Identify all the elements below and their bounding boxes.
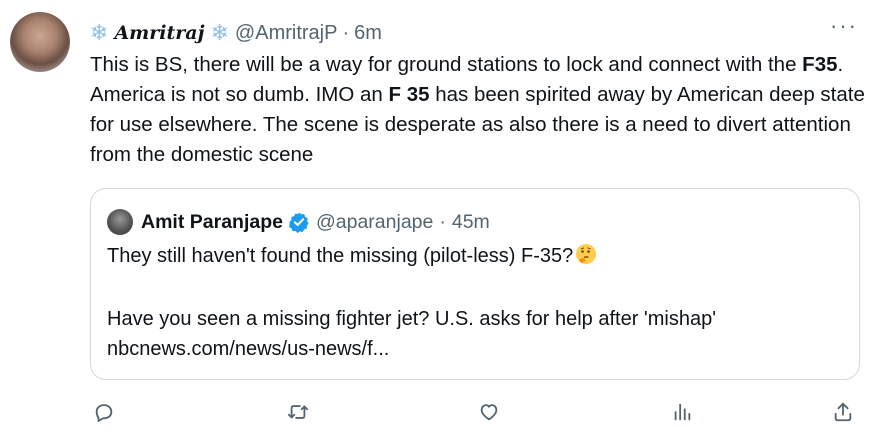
tweet-header: ❄ Amritraj ❄ @AmritrajP · 6m [90, 18, 382, 48]
quoted-line-text: They still haven't found the missing (pi… [107, 245, 574, 267]
tweet-timestamp[interactable]: 6m [354, 22, 382, 45]
tweet-text-bold: F 35 [388, 83, 430, 106]
retweet-icon[interactable] [284, 398, 312, 426]
tweet-actions [90, 398, 860, 426]
quoted-link[interactable]: nbcnews.com/news/us-news/f... [107, 334, 847, 364]
thinking-face-icon [575, 243, 597, 274]
quoted-author-name: Amit Paranjape [141, 210, 283, 233]
reply-icon[interactable] [90, 398, 118, 426]
like-icon[interactable] [475, 398, 503, 426]
quoted-line: Have you seen a missing fighter jet? U.S… [107, 308, 717, 330]
author-avatar[interactable] [10, 12, 70, 72]
more-options-icon[interactable]: ··· [830, 15, 858, 37]
separator-dot: · [439, 210, 446, 233]
author-handle[interactable]: @AmritrajP [235, 22, 338, 45]
quoted-author-handle: @aparanjape [315, 210, 434, 233]
author-display-name[interactable]: Amritraj [114, 22, 204, 44]
snowflake-icon: ❄ [90, 20, 109, 45]
quoted-tweet-timestamp: 45m [451, 210, 490, 233]
quoted-tweet[interactable]: Amit Paranjape @aparanjape · 45m They st… [90, 188, 860, 380]
separator-dot: · [342, 21, 350, 44]
tweet-text-part: This is BS, there will be a way for grou… [90, 53, 803, 76]
tweet-text: This is BS, there will be a way for grou… [90, 50, 865, 170]
snowflake-icon: ❄ [210, 20, 229, 45]
quoted-line: They still haven't found the missing (pi… [107, 241, 847, 274]
share-icon[interactable] [829, 398, 857, 426]
quoted-tweet-header: Amit Paranjape @aparanjape · 45m [107, 209, 490, 235]
quoted-tweet-text: They still haven't found the missing (pi… [107, 241, 847, 364]
tweet-text-bold: F35 [802, 53, 838, 76]
quoted-author-avatar [107, 209, 133, 235]
verified-badge-icon [288, 211, 310, 233]
views-icon[interactable] [668, 398, 696, 426]
